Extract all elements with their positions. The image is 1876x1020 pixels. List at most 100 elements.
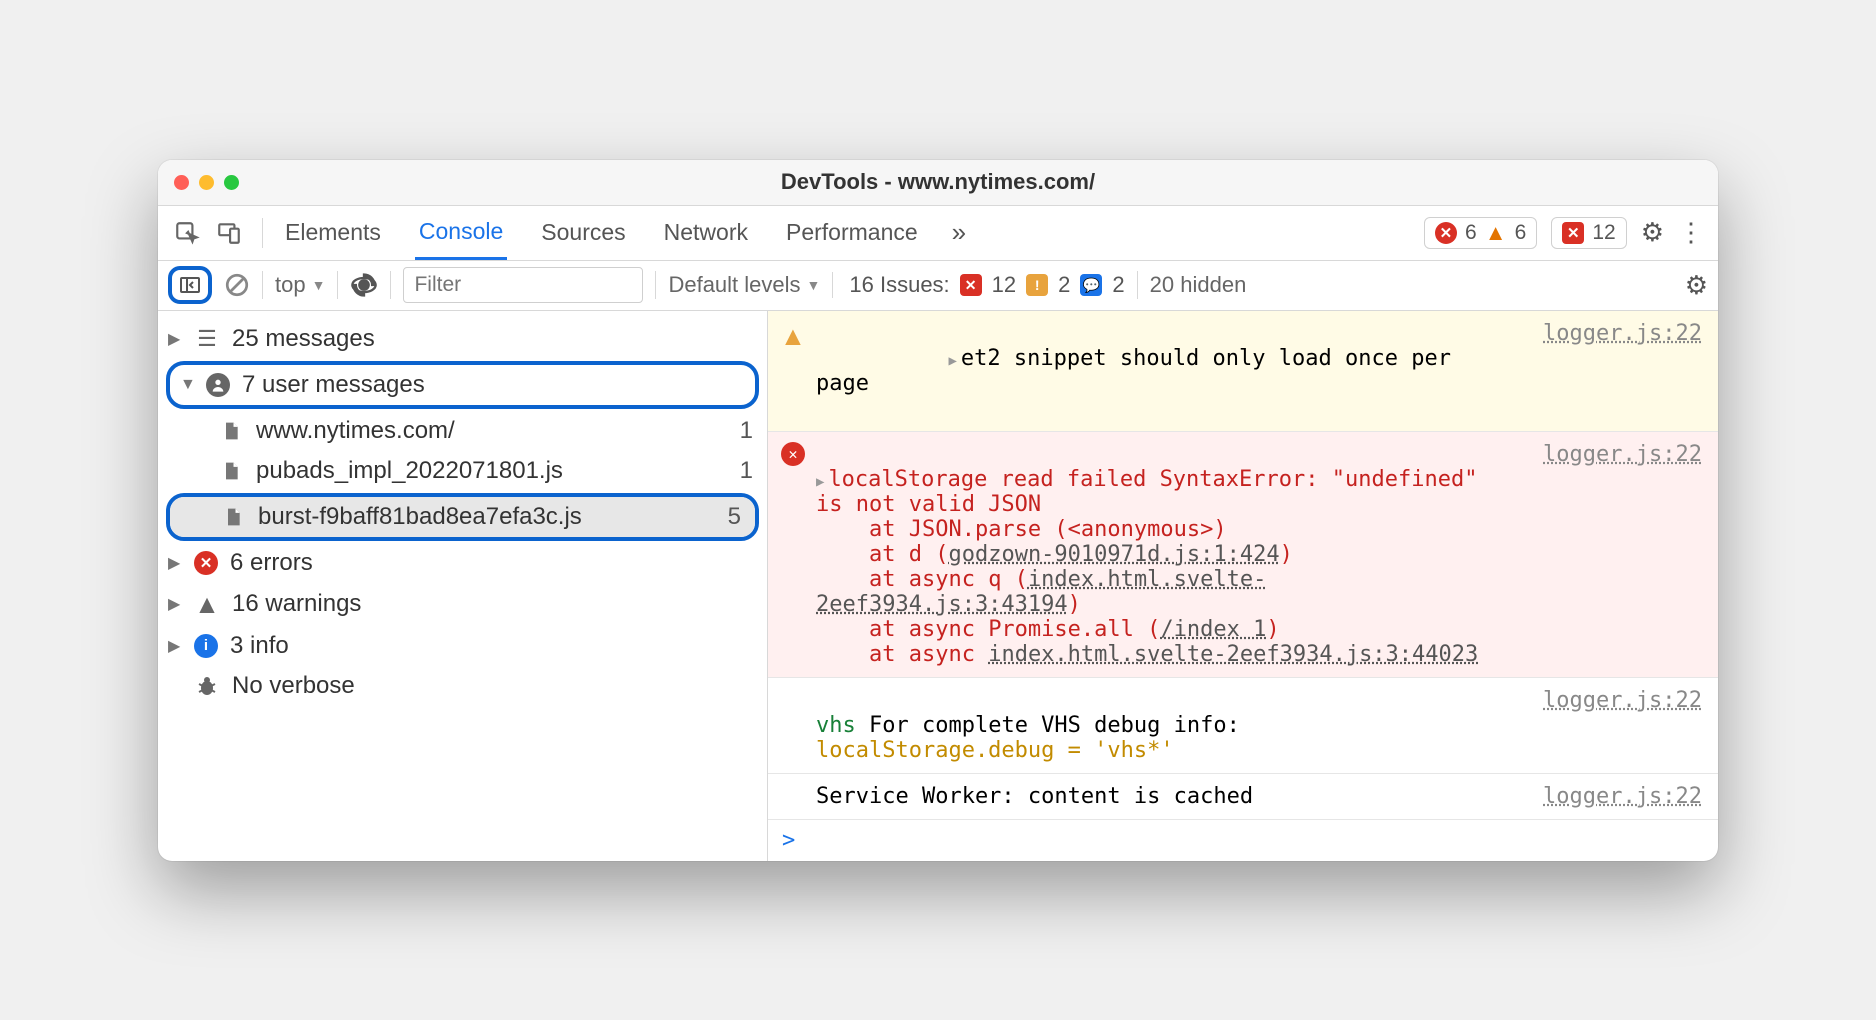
console-message-error[interactable]: ✕ ▶localStorage read failed SyntaxError:… [768,432,1718,678]
separator [262,218,263,248]
issues-error-count: 12 [992,272,1016,298]
chevron-down-icon: ▼ [807,277,821,293]
toggle-sidebar-button[interactable] [168,266,212,304]
clear-console-icon[interactable] [224,272,250,298]
sidebar-info[interactable]: ▶ i 3 info [158,626,767,666]
console-settings-icon[interactable]: ⚙ [1685,270,1708,301]
message-source-link[interactable]: logger.js:22 [1523,784,1702,809]
tab-sources[interactable]: Sources [537,205,629,260]
sidebar-file-0[interactable]: www.nytimes.com/ 1 [158,411,767,451]
tab-console[interactable]: Console [415,205,507,260]
issues-info-icon: 💬 [1080,274,1102,296]
sidebar-file-2[interactable]: burst-f9baff81bad8ea7efa3c.js 5 [170,497,755,537]
warning-icon: ▲ [1485,222,1507,244]
devtools-window: DevTools - www.nytimes.com/ Elements Con… [158,160,1718,861]
sidebar-messages-label: 25 messages [232,325,375,353]
console-toolbar: top ▼ Default levels ▼ 16 Issues: ✕ 12 !… [158,261,1718,311]
console-message-log[interactable]: vhs For complete VHS debug info: localSt… [768,678,1718,774]
tab-network[interactable]: Network [660,205,752,260]
context-selector[interactable]: top ▼ [275,272,325,298]
more-tabs-icon[interactable]: » [952,217,966,248]
console-split: ▶ ☰ 25 messages ▼ 7 user messages www.ny… [158,311,1718,861]
stack-link[interactable]: godzown-9010971d.js:1:424 [948,542,1279,567]
console-message-warn[interactable]: ▲ ▶et2 snippet should only load once per… [768,311,1718,432]
issues-summary[interactable]: 16 Issues: ✕ 12 ! 2 💬 2 [832,272,1124,298]
extension-errors-badge[interactable]: ✕ 12 [1551,217,1626,249]
stack-line: at JSON.parse (<anonymous>) [816,517,1227,542]
issues-label: 16 Issues: [849,272,949,298]
log-levels-selector[interactable]: Default levels ▼ [668,272,820,298]
stack-line: at async Promise.all ( [816,617,1160,642]
stack-line: ) [1068,592,1081,617]
tab-elements[interactable]: Elements [281,205,385,260]
sidebar-verbose-label: No verbose [232,672,355,700]
expand-icon: ▶ [168,329,182,349]
tab-performance[interactable]: Performance [782,205,922,260]
file-name: pubads_impl_2022071801.js [256,457,563,485]
expand-icon[interactable]: ▶ [948,353,956,369]
expand-icon[interactable]: ▶ [816,474,824,490]
warning-icon: ▲ [194,589,220,620]
file-icon [218,419,244,443]
expand-icon: ▶ [168,636,182,656]
stack-link[interactable]: /index 1 [1160,617,1266,642]
settings-icon[interactable]: ⚙ [1641,217,1664,248]
more-menu-icon[interactable]: ⋮ [1678,217,1704,248]
sidebar-user-label: 7 user messages [242,371,425,399]
close-button[interactable] [174,175,189,190]
separator [262,271,263,299]
sidebar-verbose[interactable]: ▶ No verbose [158,666,767,706]
log-extra: localStorage.debug = 'vhs*' [816,738,1174,763]
filter-input[interactable] [403,267,643,303]
issues-info-count: 2 [1112,272,1124,298]
sidebar-errors[interactable]: ▶ ✕ 6 errors [158,543,767,583]
sidebar-messages[interactable]: ▶ ☰ 25 messages [158,319,767,359]
device-toggle-icon[interactable] [214,218,244,248]
levels-label: Default levels [668,272,800,298]
file-count: 5 [728,503,741,531]
sidebar-warnings[interactable]: ▶ ▲ 16 warnings [158,583,767,626]
prompt-caret: > [782,828,795,853]
live-expression-icon[interactable] [350,271,378,299]
minimize-button[interactable] [199,175,214,190]
chevron-down-icon: ▼ [312,277,326,293]
main-tabbar: Elements Console Sources Network Perform… [158,206,1718,261]
user-icon [206,373,230,397]
issues-error-icon: ✕ [960,274,982,296]
titlebar: DevTools - www.nytimes.com/ [158,160,1718,206]
warning-icon: ▲ [785,321,801,351]
stack-line: ) [1280,542,1293,567]
hidden-messages[interactable]: 20 hidden [1150,272,1247,298]
warning-count: 6 [1515,221,1527,245]
maximize-button[interactable] [224,175,239,190]
message-source-link[interactable]: logger.js:22 [1523,688,1702,763]
stack-link[interactable]: index.html.svelte-2eef3934.js:3:44023 [988,642,1478,667]
separator [390,271,391,299]
inspect-icon[interactable] [172,218,202,248]
highlight-user-messages: ▼ 7 user messages [166,361,759,409]
error-icon: ✕ [194,551,218,575]
stack-line: at d ( [816,542,948,567]
context-label: top [275,272,306,298]
collapse-icon: ▼ [180,376,194,394]
sidebar-user-messages[interactable]: ▼ 7 user messages [170,365,755,405]
separator [655,271,656,299]
stack-line: at async [816,642,988,667]
file-icon [218,459,244,483]
issues-warn-icon: ! [1026,274,1048,296]
sidebar-errors-label: 6 errors [230,549,313,577]
file-name: burst-f9baff81bad8ea7efa3c.js [258,503,582,531]
error-warning-badge[interactable]: ✕ 6 ▲ 6 [1424,217,1537,249]
console-prompt[interactable]: > [768,820,1718,861]
tabbar-right: ✕ 6 ▲ 6 ✕ 12 ⚙ ⋮ [1424,217,1704,249]
message-source-link[interactable]: logger.js:22 [1523,442,1702,667]
sidebar-file-1[interactable]: pubads_impl_2022071801.js 1 [158,451,767,491]
error-head: localStorage read failed SyntaxError: "u… [816,467,1491,517]
message-source-link[interactable]: logger.js:22 [1523,321,1702,421]
sidebar-info-label: 3 info [230,632,289,660]
error-icon: ✕ [1435,222,1457,244]
file-name: www.nytimes.com/ [256,417,455,445]
console-message-log[interactable]: Service Worker: content is cached logger… [768,774,1718,820]
highlight-selected-file: burst-f9baff81bad8ea7efa3c.js 5 [166,493,759,541]
extension-error-icon: ✕ [1562,222,1584,244]
